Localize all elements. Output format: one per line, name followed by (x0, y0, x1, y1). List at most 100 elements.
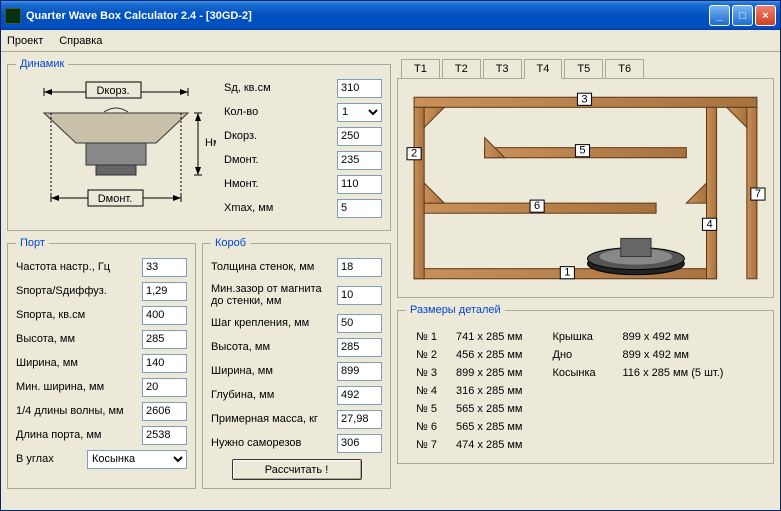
svg-text:2: 2 (411, 148, 417, 160)
minw-label: Мин. ширина, мм (16, 381, 142, 393)
dmont-input[interactable] (337, 151, 382, 170)
hmont-input[interactable] (337, 175, 382, 194)
wall-input[interactable] (337, 258, 382, 277)
close-button[interactable]: × (755, 5, 776, 26)
dim-n2-lbl: № 2 (416, 346, 446, 364)
qwave-label: 1/4 длины волны, мм (16, 405, 142, 417)
port-h-label: Высота, мм (16, 333, 142, 345)
group-box: Короб Толщина стенок, мм Мин.зазор от ма… (202, 237, 391, 489)
group-port: Порт Частота настр., Гц Sпорта/Sдиффуз. … (7, 237, 196, 489)
svg-text:Dкорз.: Dкорз. (96, 85, 129, 97)
screws-input[interactable] (337, 434, 382, 453)
step-input[interactable] (337, 314, 382, 333)
dim-n1-lbl: № 1 (416, 328, 446, 346)
lid-val: 899 x 492 мм (623, 328, 690, 346)
svg-text:Dмонт.: Dмонт. (98, 193, 133, 205)
minw-input[interactable] (142, 378, 187, 397)
qty-label: Кол-во (224, 106, 337, 118)
mass-input[interactable] (337, 410, 382, 429)
gap-label: Мин.зазор от магнита до стенки, мм (211, 283, 337, 307)
tab-t2[interactable]: T2 (442, 59, 481, 79)
xmax-label: Xmax, мм (224, 202, 337, 214)
qwave-input[interactable] (142, 402, 187, 421)
sd-label: Sд, кв.см (224, 82, 337, 94)
calculate-button[interactable]: Рассчитать ! (232, 459, 362, 480)
hmont-label: Hмонт. (224, 178, 337, 190)
gus-label: Косынка (553, 364, 613, 382)
freq-input[interactable] (142, 258, 187, 277)
sd-input[interactable] (337, 79, 382, 98)
tab-panel: 3 2 5 6 1 4 7 (397, 78, 774, 298)
group-dynamic: Динамик Dкорз. (7, 58, 391, 231)
corners-label: В углах (16, 453, 87, 465)
port-h-input[interactable] (142, 330, 187, 349)
legend-dimensions: Размеры деталей (406, 304, 505, 316)
box-w-input[interactable] (337, 362, 382, 381)
svg-text:4: 4 (706, 218, 712, 230)
lid-label: Крышка (553, 328, 613, 346)
xmax-input[interactable] (337, 199, 382, 218)
port-w-label: Ширина, мм (16, 357, 142, 369)
main-window: Quarter Wave Box Calculator 2.4 - [30GD-… (0, 0, 781, 511)
mass-label: Примерная масса, кг (211, 413, 337, 425)
sport-input[interactable] (142, 306, 187, 325)
dim-n4-lbl: № 4 (416, 382, 446, 400)
ratio-input[interactable] (142, 282, 187, 301)
minimize-button[interactable]: _ (709, 5, 730, 26)
box-w-label: Ширина, мм (211, 365, 337, 377)
menu-project[interactable]: Проект (7, 35, 43, 47)
box-d-label: Глубина, мм (211, 389, 337, 401)
svg-text:6: 6 (534, 200, 540, 212)
svg-text:5: 5 (579, 145, 585, 157)
ratio-label: Sпорта/Sдиффуз. (16, 285, 142, 297)
dim-n7-lbl: № 7 (416, 436, 446, 454)
box-h-input[interactable] (337, 338, 382, 357)
gap-input[interactable] (337, 286, 382, 305)
app-icon (5, 8, 21, 24)
gus-val: 116 x 285 мм (5 шт.) (623, 364, 724, 382)
tab-t1[interactable]: T1 (401, 59, 440, 79)
sport-label: Sпорта, кв.см (16, 309, 142, 321)
plen-input[interactable] (142, 426, 187, 445)
dim-n2: 456 x 285 мм (456, 346, 523, 364)
dim-n1: 741 x 285 мм (456, 328, 523, 346)
plen-label: Длина порта, мм (16, 429, 142, 441)
svg-text:3: 3 (581, 93, 587, 105)
freq-label: Частота настр., Гц (16, 261, 142, 273)
box-h-label: Высота, мм (211, 341, 337, 353)
svg-text:7: 7 (755, 188, 761, 200)
legend-port: Порт (16, 237, 49, 249)
menubar: Проект Справка (1, 30, 780, 52)
legend-dynamic: Динамик (16, 58, 68, 70)
speaker-diagram: Dкорз. Hмонт. (16, 78, 216, 208)
maximize-button[interactable]: □ (732, 5, 753, 26)
box-d-input[interactable] (337, 386, 382, 405)
svg-text:Hмонт.: Hмонт. (205, 137, 216, 149)
svg-text:1: 1 (564, 267, 570, 279)
titlebar[interactable]: Quarter Wave Box Calculator 2.4 - [30GD-… (1, 1, 780, 30)
step-label: Шаг крепления, мм (211, 317, 337, 329)
window-title: Quarter Wave Box Calculator 2.4 - [30GD-… (26, 10, 709, 22)
dim-n5-lbl: № 5 (416, 400, 446, 418)
port-w-input[interactable] (142, 354, 187, 373)
corners-select[interactable]: Косынка (87, 450, 187, 469)
dim-n3: 899 x 285 мм (456, 364, 523, 382)
tab-t3[interactable]: T3 (483, 59, 522, 79)
wall-label: Толщина стенок, мм (211, 261, 337, 273)
tab-t4[interactable]: T4 (524, 59, 563, 79)
enclosure-diagram: 3 2 5 6 1 4 7 (404, 85, 767, 291)
dim-n3-lbl: № 3 (416, 364, 446, 382)
dim-n6: 565 x 285 мм (456, 418, 523, 436)
menu-help[interactable]: Справка (59, 35, 102, 47)
group-dimensions: Размеры деталей № 1 741 x 285 мм № 2 456 x… (397, 304, 774, 464)
dkorz-input[interactable] (337, 127, 382, 146)
tab-t5[interactable]: T5 (564, 59, 603, 79)
tab-t6[interactable]: T6 (605, 59, 644, 79)
tabs: T1 T2 T3 T4 T5 T6 (397, 58, 774, 78)
screws-label: Нужно саморезов (211, 437, 337, 449)
qty-select[interactable]: 1 (337, 103, 382, 122)
dim-n4: 316 x 285 мм (456, 382, 523, 400)
legend-box: Короб (211, 237, 250, 249)
bot-val: 899 x 492 мм (623, 346, 690, 364)
dim-n5: 565 x 285 мм (456, 400, 523, 418)
